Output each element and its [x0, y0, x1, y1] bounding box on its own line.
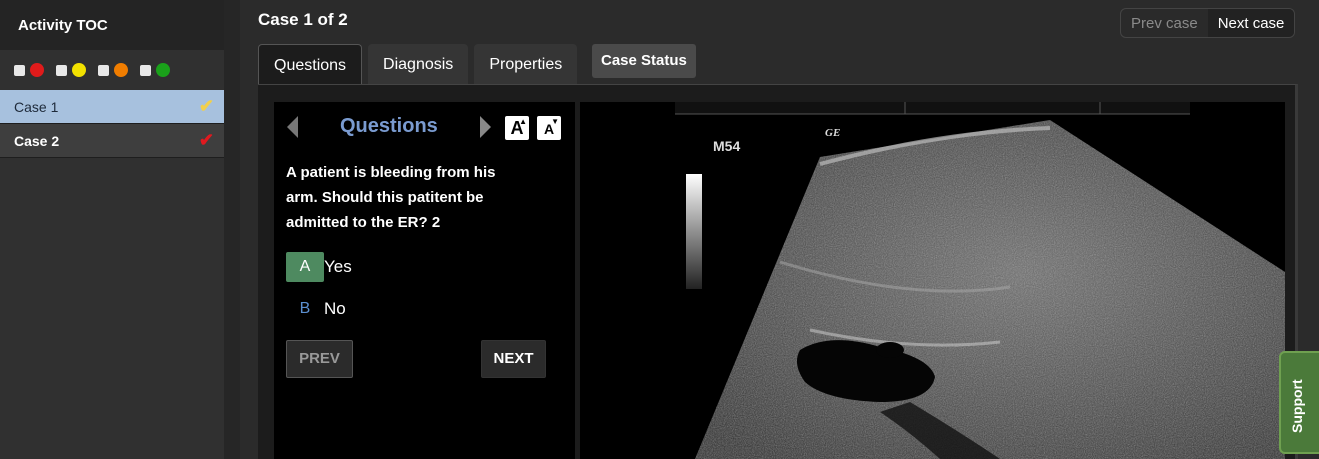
filter-orange[interactable] [98, 63, 128, 77]
decrease-font-button[interactable]: A ▼ [537, 116, 561, 140]
answer-option-a[interactable]: A Yes [286, 252, 352, 282]
sidebar-divider [224, 0, 240, 459]
green-status-dot-icon [156, 63, 170, 77]
question-panel: Questions A ▲ A ▼ A patient is bleeding fr… [274, 102, 575, 459]
case-image-panel[interactable]: M54 GE [580, 102, 1285, 459]
filter-checkbox[interactable] [140, 64, 151, 76]
ge-logo: GE [825, 127, 840, 139]
checkmark-icon: ✔ [198, 130, 214, 150]
filter-checkbox[interactable] [14, 64, 25, 76]
previous-question-arrow-icon[interactable] [287, 116, 298, 138]
yellow-status-dot-icon [72, 63, 86, 77]
tab-questions[interactable]: Questions [258, 44, 363, 84]
prev-question-button[interactable]: PREV [286, 340, 353, 378]
red-status-dot-icon [30, 63, 44, 77]
checkmark-icon: ✔ [198, 96, 214, 116]
next-question-arrow-icon[interactable] [480, 116, 491, 138]
case-item-1[interactable]: Case 1 ✔ [0, 90, 224, 124]
support-label: Support [1289, 379, 1305, 433]
prev-case-button[interactable]: Prev case [1121, 9, 1208, 37]
overlay-label: M54 [713, 138, 740, 154]
filter-green[interactable] [140, 63, 170, 77]
activity-toc-title: Activity TOC [0, 0, 224, 50]
next-question-button[interactable]: NEXT [481, 340, 546, 378]
sidebar: Activity TOC Case 1 ✔ Case 2 ✔ [0, 0, 224, 459]
next-case-button[interactable]: Next case [1207, 9, 1295, 37]
ultrasound-image: M54 GE [580, 102, 1285, 459]
grayscale-bar [686, 174, 702, 289]
filter-checkbox[interactable] [98, 64, 109, 76]
answer-text: No [324, 299, 346, 318]
support-button[interactable]: Support [1279, 351, 1319, 454]
filter-red[interactable] [14, 63, 44, 77]
tab-properties[interactable]: Properties [474, 44, 578, 84]
case-item-2[interactable]: Case 2 ✔ [0, 124, 224, 158]
triangle-down-icon: ▼ [551, 117, 559, 126]
question-text: A patient is bleeding from his arm. Shou… [286, 164, 496, 231]
triangle-up-icon: ▲ [519, 117, 527, 126]
answer-option-b[interactable]: B No [286, 294, 346, 324]
case-title: Case 1 of 2 [258, 10, 348, 29]
case-label: Case 2 [14, 132, 60, 149]
increase-font-button[interactable]: A ▲ [505, 116, 529, 140]
question-header: Questions A ▲ A ▼ [274, 114, 575, 144]
status-filters [0, 50, 224, 90]
filter-yellow[interactable] [56, 63, 86, 77]
answer-letter: B [299, 300, 311, 317]
answer-letter: A [286, 252, 324, 282]
questions-title: Questions [340, 115, 438, 137]
case-label: Case 1 [14, 98, 59, 115]
filter-checkbox[interactable] [56, 64, 67, 76]
case-navigation: Prev case Next case [1120, 8, 1296, 38]
orange-status-dot-icon [114, 63, 128, 77]
answer-text: Yes [324, 257, 352, 276]
tab-bar: Questions Diagnosis Properties [258, 44, 583, 84]
case-status-button[interactable]: Case Status [592, 44, 696, 78]
tab-diagnosis[interactable]: Diagnosis [368, 44, 469, 84]
